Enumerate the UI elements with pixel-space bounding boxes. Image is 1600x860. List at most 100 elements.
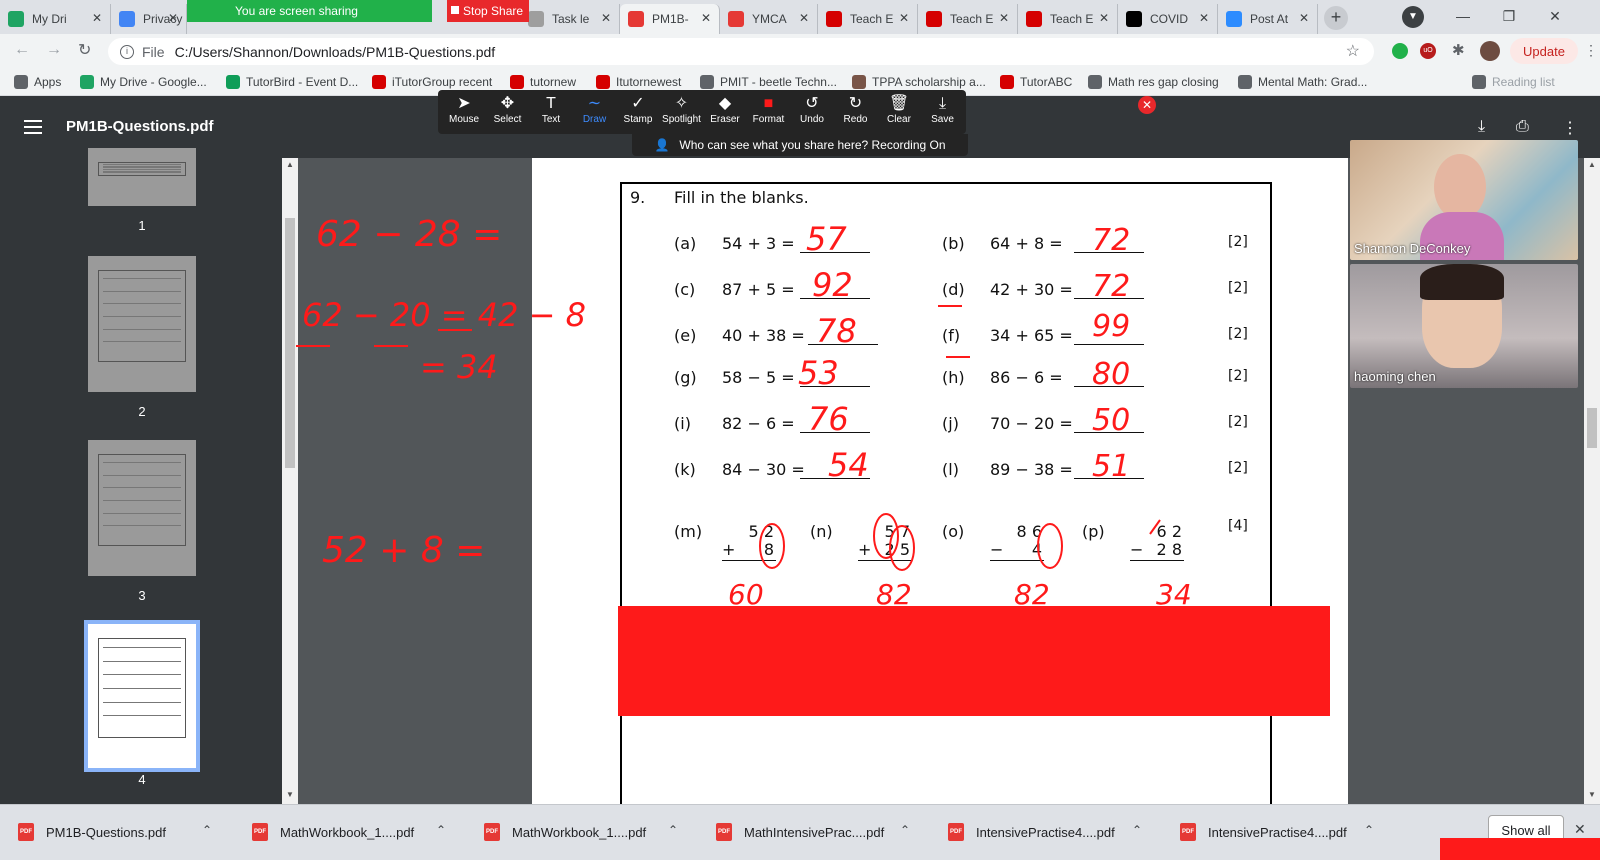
bookmark-item[interactable]: TutorBird - Event D... [226,75,358,89]
bookmark-item[interactable]: TPPA scholarship a... [852,75,986,89]
close-window-button[interactable]: ✕ [1532,0,1578,32]
participant-video[interactable]: haoming chen [1350,264,1578,388]
download-item[interactable]: PDF MathIntensivePrac....pdf ⌃ [716,823,910,841]
chevron-up-icon[interactable]: ⌃ [202,823,212,837]
bookmark-item[interactable]: TutorABC [1000,75,1072,89]
download-item[interactable]: PDF MathWorkbook_1....pdf ⌃ [484,823,678,841]
close-tab-icon[interactable]: ✕ [799,11,809,25]
download-item[interactable]: PDF IntensivePractise4....pdf ⌃ [948,823,1142,841]
close-tab-icon[interactable]: ✕ [1199,11,1209,25]
close-tab-icon[interactable]: ✕ [601,11,611,25]
apps-bookmark[interactable]: Apps [14,75,61,89]
reload-icon[interactable]: ↻ [78,40,91,60]
close-tab-icon[interactable]: ✕ [999,11,1009,25]
ublock-icon[interactable]: uO [1420,43,1436,59]
browser-tab[interactable]: Privacy ✕ [111,4,187,34]
more-options-icon[interactable]: ⋮ [1562,118,1578,138]
close-tab-icon[interactable]: ✕ [899,11,909,25]
browser-tab[interactable]: Teach E ✕ [818,4,918,34]
save-icon: ⤓ [938,95,947,112]
bookmark-item[interactable]: iTutorGroup recent [372,75,492,89]
bookmark-item[interactable]: PMIT - beetle Techn... [700,75,837,89]
forward-arrow-icon[interactable]: → [46,41,62,59]
new-tab-button[interactable]: + [1324,6,1348,30]
bookmark-item[interactable]: Mental Math: Grad... [1238,75,1367,89]
thumbnail-line [103,688,181,689]
browser-tab[interactable]: Post At ✕ [1218,4,1318,34]
tool-clear-button[interactable]: 🗑 Clear [877,94,921,132]
restore-window-button[interactable]: ❐ [1486,0,1532,32]
browser-tab[interactable]: Task le ✕ [520,4,620,34]
close-downloads-icon[interactable]: ✕ [1574,821,1586,838]
back-arrow-icon[interactable]: ← [14,41,30,59]
stop-share-button[interactable]: Stop Share [447,0,529,22]
chevron-up-icon[interactable]: ⌃ [900,823,910,837]
browser-tab[interactable]: COVID ✕ [1118,4,1218,34]
page-thumbnail[interactable] [88,440,196,576]
minimize-window-button[interactable]: — [1440,0,1486,32]
close-tab-icon[interactable]: ✕ [92,11,102,25]
browser-menu-icon[interactable]: ⋮ [1584,42,1598,59]
tool-redo-button[interactable]: ↻ Redo [834,94,878,132]
page-thumbnail[interactable] [84,620,200,772]
answer-blank [800,252,870,253]
tool-format-button[interactable]: ■ Format [747,94,791,132]
scrollbar-thumb[interactable] [1587,408,1597,448]
page-thumbnail[interactable] [88,148,196,206]
bookmark-item[interactable]: My Drive - Google... [80,75,207,89]
chevron-up-icon[interactable]: ⌃ [668,823,678,837]
tab-search-icon[interactable]: ▼ [1402,6,1424,28]
scrollbar-thumb[interactable] [285,218,295,468]
download-icon[interactable]: ⤓ [1478,118,1485,136]
tool-save-button[interactable]: ⤓ Save [921,94,965,132]
menu-icon[interactable] [24,120,42,138]
video-panel: Shannon DeConkey haoming chen [1348,140,1580,804]
close-tab-icon[interactable]: ✕ [1099,11,1109,25]
scroll-down-icon[interactable]: ▼ [286,790,294,799]
sidebar-scrollbar[interactable]: ▲ ▼ [282,158,298,804]
tool-draw-button[interactable]: ∼ Draw [573,94,617,132]
bookmark-star-icon[interactable]: ☆ [1346,41,1360,61]
bookmark-item[interactable]: Math res gap closing [1088,75,1219,89]
download-item[interactable]: PDF PM1B-Questions.pdf ⌃ [18,823,212,841]
close-tab-icon[interactable]: ✕ [701,11,711,25]
chevron-up-icon[interactable]: ⌃ [1132,823,1142,837]
tool-select-button[interactable]: ✥ Select [486,94,530,132]
info-icon[interactable]: i [120,44,134,59]
close-tab-icon[interactable]: ✕ [1299,11,1309,25]
page-scrollbar[interactable]: ▲ ▼ [1584,158,1600,804]
extension-icon[interactable] [1392,43,1408,59]
browser-tab[interactable]: Teach E ✕ [918,4,1018,34]
share-visibility-notice[interactable]: 👤 Who can see what you share here? Recor… [632,134,968,156]
chevron-up-icon[interactable]: ⌃ [1364,823,1374,837]
download-item[interactable]: PDF MathWorkbook_1....pdf ⌃ [252,823,446,841]
bookmark-item[interactable]: tutornew [510,75,576,89]
browser-tab[interactable]: My Dri ✕ [0,4,111,34]
print-icon[interactable]: ⎙ [1516,118,1529,136]
download-item[interactable]: PDF IntensivePractise4....pdf ⌃ [1180,823,1374,841]
close-annotation-icon[interactable]: ✕ [1138,96,1156,114]
tool-text-button[interactable]: T Text [529,94,573,132]
bookmark-item[interactable]: Reading list [1472,75,1555,89]
tool-eraser-button[interactable]: ◆ Eraser [703,94,747,132]
tool-stamp-button[interactable]: ✓ Stamp [616,94,660,132]
page-thumbnail[interactable] [88,256,196,392]
chevron-up-icon[interactable]: ⌃ [436,823,446,837]
puzzle-extension-icon[interactable]: ✱ [1452,41,1465,59]
scroll-down-icon[interactable]: ▼ [1588,790,1596,799]
thumbnail-line [103,487,181,489]
address-input[interactable]: i File C:/Users/Shannon/Downloads/PM1B-Q… [108,38,1374,65]
browser-tab[interactable]: Teach E ✕ [1018,4,1118,34]
browser-tab[interactable]: PM1B- ✕ [620,4,720,34]
participant-video[interactable]: Shannon DeConkey [1350,140,1578,260]
profile-avatar[interactable] [1480,41,1500,61]
tool-spotlight-button[interactable]: ✧ Spotlight [660,94,704,132]
tool-mouse-button[interactable]: ➤ Mouse [442,94,486,132]
tool-undo-button[interactable]: ↺ Undo [790,94,834,132]
scroll-up-icon[interactable]: ▲ [1588,160,1596,169]
close-tab-icon[interactable]: ✕ [168,11,178,25]
update-button[interactable]: Update [1510,38,1578,64]
bookmark-item[interactable]: Itutornewest [596,75,681,89]
scroll-up-icon[interactable]: ▲ [286,160,294,169]
browser-tab[interactable]: YMCA ✕ [720,4,818,34]
